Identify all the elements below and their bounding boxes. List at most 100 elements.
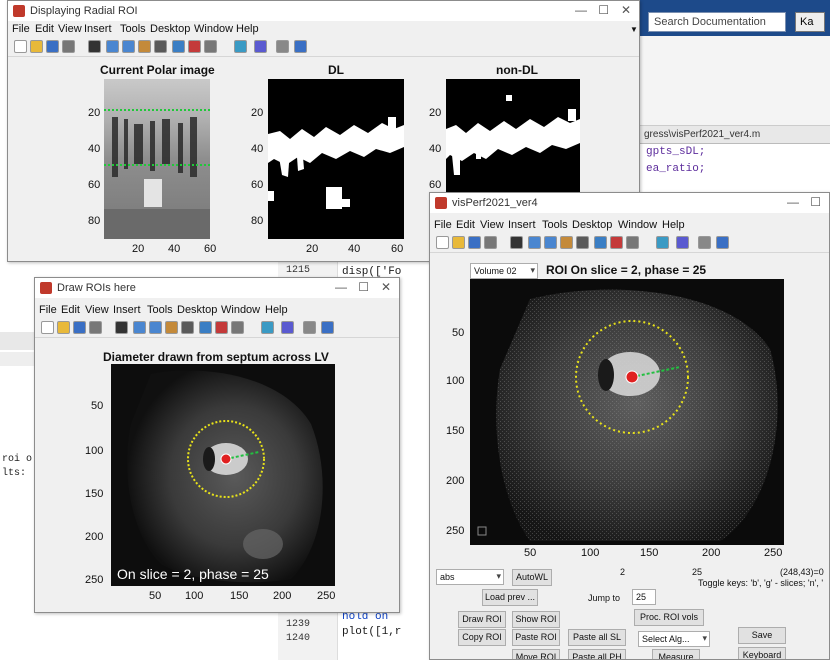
rotate-icon[interactable] xyxy=(154,40,167,53)
maximize-icon[interactable]: ☐ xyxy=(810,195,821,209)
zoom-in-icon[interactable] xyxy=(133,321,146,334)
minimize-icon[interactable]: — xyxy=(575,3,587,17)
menu-window[interactable]: Window xyxy=(221,304,260,316)
menu-desktop[interactable]: Desktop xyxy=(150,23,190,35)
jump-to-input[interactable]: 25 xyxy=(632,589,656,605)
menu-desktop[interactable]: Desktop xyxy=(572,219,612,231)
data-cursor-icon[interactable] xyxy=(594,236,607,249)
minimize-icon[interactable]: — xyxy=(335,280,347,294)
draw-roi-button[interactable]: Draw ROI xyxy=(458,611,506,628)
zoom-out-icon[interactable] xyxy=(122,40,135,53)
close-icon[interactable]: ✕ xyxy=(381,280,391,294)
menu-view[interactable]: View xyxy=(85,304,109,316)
grid-icon[interactable] xyxy=(303,321,316,334)
zoom-in-icon[interactable] xyxy=(528,236,541,249)
maximize-icon[interactable]: ☐ xyxy=(598,3,609,17)
measure-button[interactable]: Measure xyxy=(652,649,700,659)
menu-tools[interactable]: Tools xyxy=(120,23,146,35)
menu-insert[interactable]: Insert xyxy=(508,219,536,231)
user-account-button[interactable]: Ka xyxy=(795,12,825,32)
data-cursor-icon[interactable] xyxy=(172,40,185,53)
brush-icon[interactable] xyxy=(215,321,228,334)
open-file-icon[interactable] xyxy=(30,40,43,53)
menu-help[interactable]: Help xyxy=(236,23,259,35)
pan-icon[interactable] xyxy=(560,236,573,249)
load-prev-button[interactable]: Load prev ... xyxy=(482,589,538,606)
save-icon[interactable] xyxy=(468,236,481,249)
search-documentation-input[interactable]: Search Documentation xyxy=(648,12,786,32)
grid-icon[interactable] xyxy=(698,236,711,249)
zoom-out-icon[interactable] xyxy=(149,321,162,334)
rotate-icon[interactable] xyxy=(576,236,589,249)
save-button[interactable]: Save xyxy=(738,627,786,644)
menu-tools[interactable]: Tools xyxy=(542,219,568,231)
menu-insert[interactable]: Insert xyxy=(84,23,112,35)
pointer-icon[interactable] xyxy=(88,40,101,53)
print-icon[interactable] xyxy=(89,321,102,334)
pan-icon[interactable] xyxy=(165,321,178,334)
proc-roi-vols-button[interactable]: Proc. ROI vols xyxy=(634,609,704,626)
maximize-icon[interactable]: ☐ xyxy=(358,280,369,294)
menu-window[interactable]: Window xyxy=(194,23,233,35)
zoom-in-icon[interactable] xyxy=(106,40,119,53)
menu-file[interactable]: File xyxy=(12,23,30,35)
dock-icon[interactable] xyxy=(294,40,307,53)
dock-icon[interactable] xyxy=(321,321,334,334)
menu-window[interactable]: Window xyxy=(618,219,657,231)
keyboard-button[interactable]: Keyboard xyxy=(738,647,786,659)
dock-icon[interactable] xyxy=(716,236,729,249)
brush-icon[interactable] xyxy=(188,40,201,53)
pointer-icon[interactable] xyxy=(510,236,523,249)
grid-icon[interactable] xyxy=(276,40,289,53)
print-icon[interactable] xyxy=(62,40,75,53)
menu-insert[interactable]: Insert xyxy=(113,304,141,316)
menu-file[interactable]: File xyxy=(39,304,57,316)
pan-icon[interactable] xyxy=(138,40,151,53)
link-icon[interactable] xyxy=(231,321,244,334)
new-file-icon[interactable] xyxy=(41,321,54,334)
colorbar-icon[interactable] xyxy=(234,40,247,53)
colorbar-icon[interactable] xyxy=(656,236,669,249)
select-algorithm-dropdown[interactable]: Select Alg... ▾ xyxy=(638,631,710,647)
print-icon[interactable] xyxy=(484,236,497,249)
new-file-icon[interactable] xyxy=(436,236,449,249)
open-file-icon[interactable] xyxy=(57,321,70,334)
menu-help[interactable]: Help xyxy=(662,219,685,231)
legend-icon[interactable] xyxy=(254,40,267,53)
minimize-icon[interactable]: — xyxy=(787,195,799,209)
show-roi-button[interactable]: Show ROI xyxy=(512,611,560,628)
brush-icon[interactable] xyxy=(610,236,623,249)
menu-edit[interactable]: Edit xyxy=(35,23,54,35)
data-cursor-icon[interactable] xyxy=(199,321,212,334)
link-icon[interactable] xyxy=(626,236,639,249)
paste-all-ph-button[interactable]: Paste all PH xyxy=(568,649,626,659)
save-icon[interactable] xyxy=(73,321,86,334)
zoom-out-icon[interactable] xyxy=(544,236,557,249)
autowl-button[interactable]: AutoWL xyxy=(512,569,552,586)
copy-roi-button[interactable]: Copy ROI xyxy=(458,629,506,646)
legend-icon[interactable] xyxy=(281,321,294,334)
colorbar-icon[interactable] xyxy=(261,321,274,334)
close-icon[interactable]: ✕ xyxy=(621,3,631,17)
open-file-icon[interactable] xyxy=(452,236,465,249)
menu-desktop[interactable]: Desktop xyxy=(177,304,217,316)
paste-all-sl-button[interactable]: Paste all SL xyxy=(568,629,626,646)
abs-select[interactable]: abs ▾ xyxy=(436,569,504,585)
menu-file[interactable]: File xyxy=(434,219,452,231)
new-file-icon[interactable] xyxy=(14,40,27,53)
volume-select[interactable]: Volume 02 ▾ xyxy=(470,263,538,279)
legend-icon[interactable] xyxy=(676,236,689,249)
menu-edit[interactable]: Edit xyxy=(61,304,80,316)
toolbar-overflow-icon[interactable]: ▼ xyxy=(630,25,638,34)
move-roi-button[interactable]: Move ROI xyxy=(512,649,560,659)
save-icon[interactable] xyxy=(46,40,59,53)
rotate-icon[interactable] xyxy=(181,321,194,334)
pointer-icon[interactable] xyxy=(115,321,128,334)
menu-view[interactable]: View xyxy=(58,23,82,35)
menu-view[interactable]: View xyxy=(480,219,504,231)
menu-help[interactable]: Help xyxy=(265,304,288,316)
paste-roi-button[interactable]: Paste ROI xyxy=(512,629,560,646)
menu-edit[interactable]: Edit xyxy=(456,219,475,231)
menu-tools[interactable]: Tools xyxy=(147,304,173,316)
link-icon[interactable] xyxy=(204,40,217,53)
